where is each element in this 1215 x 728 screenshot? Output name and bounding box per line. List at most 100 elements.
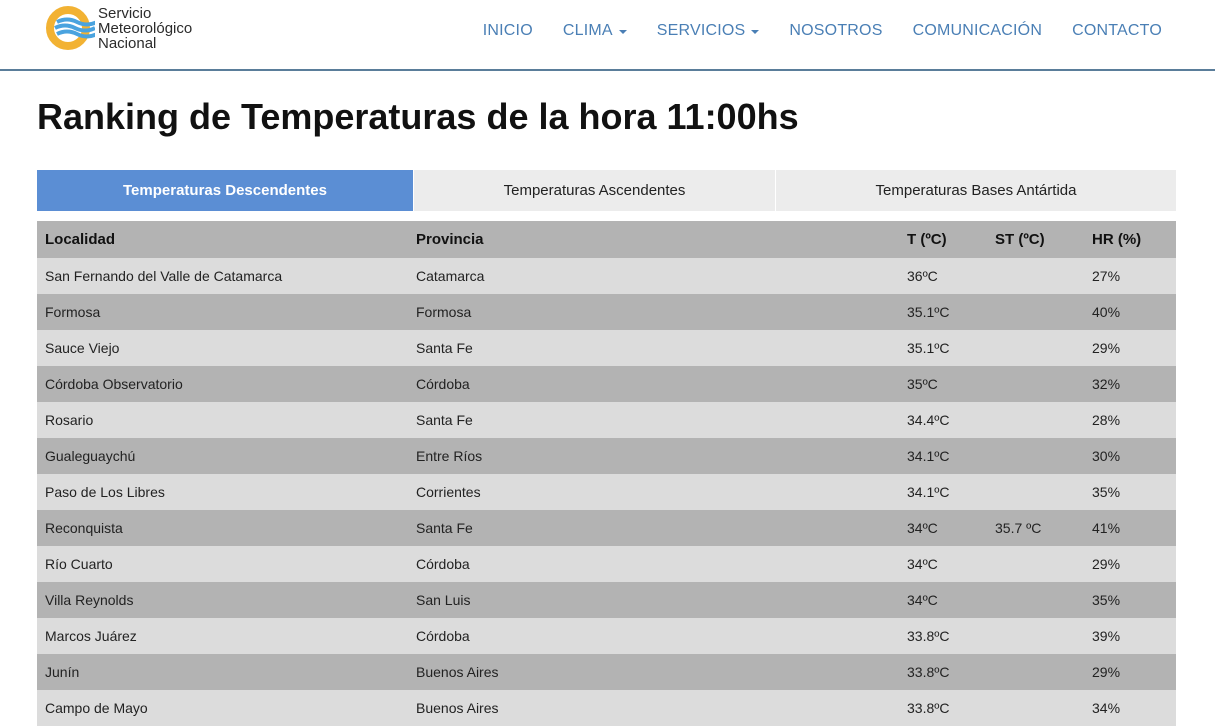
- table-row: Río Cuarto Córdoba 34ºC 29%: [37, 546, 1176, 582]
- tab-temperaturas-descendentes[interactable]: Temperaturas Descendentes: [37, 170, 413, 211]
- cell-humedad: 29%: [1092, 664, 1121, 680]
- table-row: Rosario Santa Fe 34.4ºC 28%: [37, 402, 1176, 438]
- cell-localidad: Reconquista: [45, 520, 123, 536]
- table-row: Campo de Mayo Buenos Aires 33.8ºC 34%: [37, 690, 1176, 726]
- cell-provincia: Santa Fe: [416, 340, 473, 356]
- nav-label: INICIO: [482, 22, 533, 39]
- cell-localidad: Villa Reynolds: [45, 592, 134, 608]
- cell-humedad: 39%: [1092, 628, 1121, 644]
- table-header-row: Localidad Provincia T (ºC) ST (ºC) HR (%…: [37, 221, 1176, 258]
- cell-humedad: 29%: [1092, 340, 1121, 356]
- cell-temperatura: 33.8ºC: [907, 628, 950, 644]
- header-sensacion-termica: ST (ºC): [995, 231, 1045, 248]
- cell-sensacion-termica: [987, 258, 1084, 294]
- cell-sensacion-termica: [987, 294, 1084, 330]
- cell-provincia: Entre Ríos: [416, 448, 483, 464]
- nav-item-comunicacion[interactable]: COMUNICACIÓN: [913, 22, 1043, 40]
- table-row: Marcos Juárez Córdoba 33.8ºC 39%: [37, 618, 1176, 654]
- cell-temperatura: 33.8ºC: [907, 664, 950, 680]
- cell-provincia: Córdoba: [416, 376, 470, 392]
- cell-sensacion-termica: [987, 546, 1084, 582]
- nav-label: COMUNICACIÓN: [912, 22, 1043, 39]
- cell-temperatura: 34.1ºC: [907, 484, 950, 500]
- cell-sensacion-termica: [987, 402, 1084, 438]
- logo-text: Servicio Meteorológico Nacional: [98, 6, 192, 51]
- cell-localidad: Junín: [45, 664, 80, 680]
- cell-temperatura: 36ºC: [907, 268, 938, 284]
- nav-item-nosotros[interactable]: NOSOTROS: [789, 22, 882, 40]
- cell-humedad: 30%: [1092, 448, 1121, 464]
- cell-provincia: Catamarca: [416, 268, 485, 284]
- table-row: Gualeguaychú Entre Ríos 34.1ºC 30%: [37, 438, 1176, 474]
- cell-provincia: Córdoba: [416, 628, 470, 644]
- cell-localidad: San Fernando del Valle de Catamarca: [45, 268, 283, 284]
- cell-provincia: Córdoba: [416, 556, 470, 572]
- nav-item-servicios[interactable]: SERVICIOS: [657, 22, 760, 40]
- cell-humedad: 35%: [1092, 484, 1121, 500]
- table-row: Córdoba Observatorio Córdoba 35ºC 32%: [37, 366, 1176, 402]
- cell-humedad: 40%: [1092, 304, 1121, 320]
- caret-down-icon: [618, 30, 627, 34]
- cell-localidad: Campo de Mayo: [45, 700, 148, 716]
- cell-humedad: 34%: [1092, 700, 1121, 716]
- cell-localidad: Marcos Juárez: [45, 628, 137, 644]
- ranking-tabs: Temperaturas Descendentes Temperaturas A…: [37, 170, 1176, 211]
- cell-temperatura: 34ºC: [907, 520, 938, 536]
- table-row: Villa Reynolds San Luis 34ºC 35%: [37, 582, 1176, 618]
- nav-item-clima[interactable]: CLIMA: [563, 22, 627, 40]
- table-row: Formosa Formosa 35.1ºC 40%: [37, 294, 1176, 330]
- logo-line-3: Nacional: [98, 35, 157, 52]
- cell-temperatura: 35.1ºC: [907, 340, 950, 356]
- header-provincia: Provincia: [416, 231, 484, 248]
- table-row: San Fernando del Valle de Catamarca Catam…: [37, 258, 1176, 294]
- cell-humedad: 28%: [1092, 412, 1121, 428]
- cell-humedad: 27%: [1092, 268, 1121, 284]
- cell-temperatura: 35.1ºC: [907, 304, 950, 320]
- table-row: Sauce Viejo Santa Fe 35.1ºC 29%: [37, 330, 1176, 366]
- cell-temperatura: 34ºC: [907, 592, 938, 608]
- tab-temperaturas-ascendentes[interactable]: Temperaturas Ascendentes: [413, 170, 775, 211]
- cell-temperatura: 35ºC: [907, 376, 938, 392]
- cell-sensacion-termica: [987, 618, 1084, 654]
- smn-logo[interactable]: Servicio Meteorológico Nacional: [45, 5, 215, 51]
- cell-temperatura: 34.4ºC: [907, 412, 950, 428]
- header-temperatura: T (ºC): [907, 231, 947, 248]
- nav-item-inicio[interactable]: INICIO: [483, 22, 533, 40]
- cell-localidad: Gualeguaychú: [45, 448, 136, 464]
- nav-label: SERVICIOS: [656, 22, 746, 39]
- header-humedad: HR (%): [1092, 231, 1142, 248]
- cell-sensacion-termica: [987, 474, 1084, 510]
- smn-logo-icon: [46, 6, 95, 50]
- cell-provincia: Formosa: [416, 304, 472, 320]
- nav-item-contacto[interactable]: CONTACTO: [1072, 22, 1162, 40]
- cell-provincia: Buenos Aires: [416, 700, 499, 716]
- cell-localidad: Sauce Viejo: [45, 340, 120, 356]
- cell-humedad: 32%: [1092, 376, 1121, 392]
- cell-provincia: Buenos Aires: [416, 664, 499, 680]
- cell-temperatura: 33.8ºC: [907, 700, 950, 716]
- cell-sensacion-termica: [987, 330, 1084, 366]
- tab-temperaturas-bases-antartida[interactable]: Temperaturas Bases Antártida: [775, 170, 1176, 211]
- header-localidad: Localidad: [45, 231, 116, 248]
- cell-sensacion-termica: [987, 582, 1084, 618]
- cell-localidad: Paso de Los Libres: [45, 484, 165, 500]
- cell-sensacion-termica: [987, 690, 1084, 726]
- logo-line-1: Servicio: [98, 5, 152, 22]
- main-nav: INICIO CLIMA SERVICIOS NOSOTROS COMUNICA…: [453, 22, 1162, 40]
- cell-humedad: 41%: [1092, 520, 1121, 536]
- nav-label: CONTACTO: [1072, 22, 1162, 39]
- cell-sensacion-termica: [987, 366, 1084, 402]
- caret-down-icon: [751, 30, 760, 34]
- site-header: Servicio Meteorológico Nacional INICIO C…: [0, 0, 1215, 71]
- page-title: Ranking de Temperaturas de la hora 11:00…: [37, 96, 799, 137]
- logo-line-2: Meteorológico: [98, 20, 193, 37]
- table-header: Localidad Provincia T (ºC) ST (ºC) HR (%…: [37, 221, 1176, 258]
- cell-sensacion-termica: [987, 654, 1084, 690]
- nav-label: NOSOTROS: [789, 22, 883, 39]
- table-body: San Fernando del Valle de Catamarca Catam…: [37, 258, 1176, 726]
- cell-localidad: Formosa: [45, 304, 101, 320]
- cell-provincia: Santa Fe: [416, 520, 473, 536]
- cell-humedad: 35%: [1092, 592, 1121, 608]
- cell-temperatura: 34ºC: [907, 556, 938, 572]
- cell-localidad: Córdoba Observatorio: [45, 376, 183, 392]
